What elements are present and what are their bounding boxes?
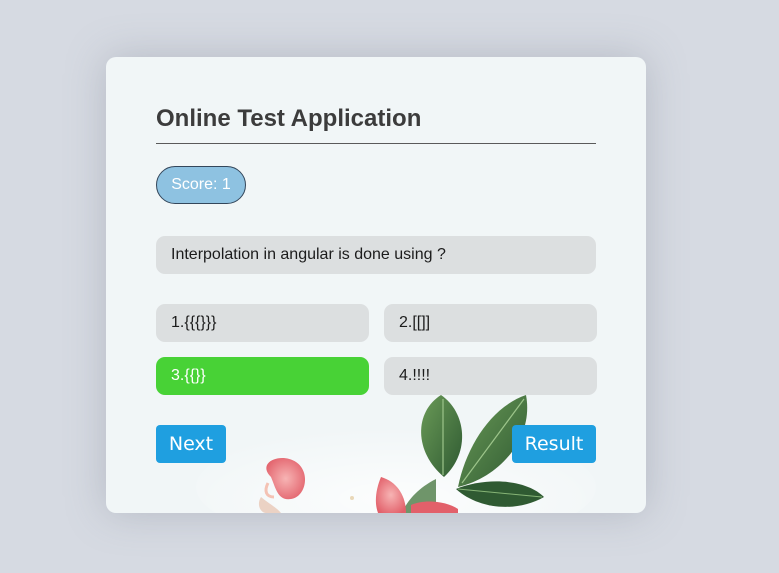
next-button[interactable]: Next: [156, 425, 226, 463]
page-title: Online Test Application: [156, 105, 596, 144]
answer-option-2[interactable]: 2.[[]]: [384, 304, 597, 342]
answer-option-1[interactable]: 1.{{{}}}: [156, 304, 369, 342]
answer-option-4[interactable]: 4.!!!!: [384, 357, 597, 395]
result-button[interactable]: Result: [512, 425, 596, 463]
score-badge: Score: 1: [156, 166, 246, 204]
question-text: Interpolation in angular is done using ?: [156, 236, 596, 274]
answer-option-3[interactable]: 3.{{}}: [156, 357, 369, 395]
test-card: Online Test Application Score: 1 Interpo…: [106, 57, 646, 513]
